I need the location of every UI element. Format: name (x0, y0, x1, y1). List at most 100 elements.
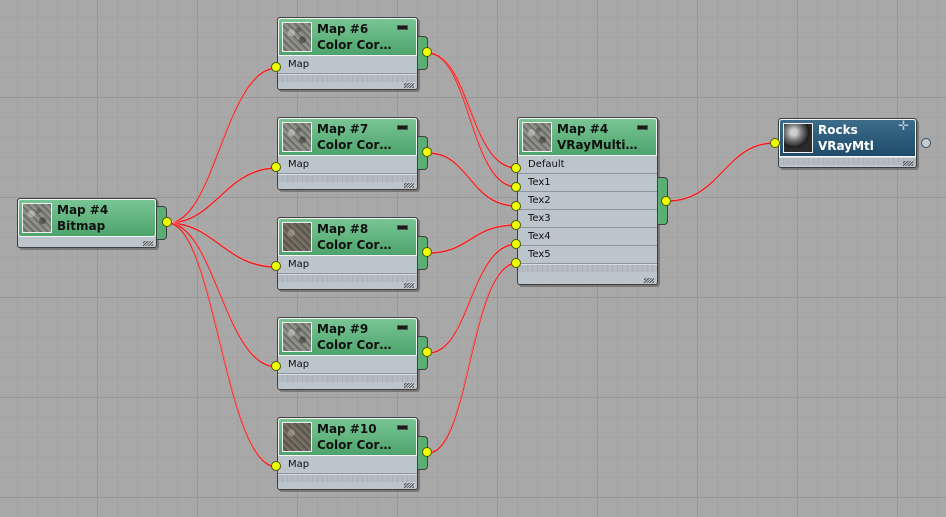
node-footer (518, 264, 657, 272)
wire-bitmap-to-map6 (167, 67, 278, 224)
resize-grip-icon[interactable] (644, 278, 654, 283)
wire-map9-to-tex4 (427, 243, 518, 354)
input-port-map[interactable] (271, 261, 281, 271)
node-bitmap[interactable]: Map #4 Bitmap (17, 198, 157, 248)
input-slot-tex3[interactable]: Tex3 (518, 210, 657, 228)
node-footer (779, 157, 916, 165)
wire-map6-to-default (427, 52, 518, 169)
output-port[interactable] (422, 47, 432, 57)
output-port[interactable] (422, 147, 432, 157)
node-footer (278, 74, 417, 82)
input-port-map[interactable] (271, 361, 281, 371)
slot-label: Map (288, 359, 310, 370)
input-slot-map[interactable]: Map (278, 156, 417, 174)
wire-map8-to-tex3 (427, 224, 518, 254)
output-port[interactable] (422, 447, 432, 457)
node-material-rocks[interactable]: Rocks VRayMtl ✛ (778, 118, 917, 168)
node-map-6[interactable]: Map #6 Color Cor… Map (277, 17, 418, 90)
input-port-default[interactable] (511, 163, 521, 173)
node-map-10[interactable]: Map #10 Color Cor… Map (277, 417, 418, 490)
wire-map7-to-tex2 (427, 152, 518, 207)
input-port-map[interactable] (271, 461, 281, 471)
input-slot-map[interactable]: Map (278, 256, 417, 274)
input-slot-tex4[interactable]: Tex4 (518, 228, 657, 246)
node-type: Bitmap (57, 219, 106, 233)
input-port-tex1[interactable] (511, 182, 521, 192)
input-slot-map[interactable]: Map (278, 356, 417, 374)
texture-thumbnail-icon (282, 422, 312, 452)
input-port-tex3[interactable] (511, 220, 521, 230)
wire-bitmap-to-map8 (167, 222, 278, 268)
input-port[interactable] (770, 138, 780, 148)
resize-grip-icon[interactable] (404, 283, 414, 288)
wire-layer (167, 51, 775, 468)
texture-thumbnail-icon (282, 22, 312, 52)
resize-grip-icon[interactable] (404, 183, 414, 188)
input-port-map[interactable] (271, 162, 281, 172)
node-name: Map #10 (317, 422, 377, 436)
output-port[interactable] (162, 217, 172, 227)
node-name: Rocks (818, 123, 858, 137)
slot-label: Tex4 (528, 231, 551, 242)
input-slot-tex1[interactable]: Tex1 (518, 174, 657, 192)
slot-label: Map (288, 159, 310, 170)
minimize-icon[interactable] (397, 25, 408, 30)
slot-label: Tex1 (528, 177, 551, 188)
resize-grip-icon[interactable] (143, 241, 153, 246)
input-port-map[interactable] (271, 62, 281, 72)
node-type: Color Cor… (317, 438, 392, 452)
input-port-tex4[interactable] (511, 239, 521, 249)
node-map-7[interactable]: Map #7 Color Cor… Map (277, 117, 418, 190)
input-port-tex5[interactable] (511, 258, 521, 268)
node-name: Map #6 (317, 22, 369, 36)
resize-grip-icon[interactable] (404, 383, 414, 388)
node-vraymulti[interactable]: Map #4 VRayMulti… Default Tex1 Tex2 Tex3… (517, 117, 658, 285)
material-sphere-icon (783, 123, 813, 153)
texture-thumbnail-icon (522, 122, 552, 152)
input-slot-tex2[interactable]: Tex2 (518, 192, 657, 210)
minimize-icon[interactable] (397, 125, 408, 130)
minimize-icon[interactable] (397, 225, 408, 230)
wire-map10-to-tex5 (427, 262, 518, 454)
input-slot-map[interactable]: Map (278, 456, 417, 474)
input-slot-default[interactable]: Default (518, 156, 657, 174)
node-name: Map #4 (557, 122, 609, 136)
minimize-icon[interactable] (397, 425, 408, 430)
node-type: Color Cor… (317, 138, 392, 152)
texture-thumbnail-icon (282, 122, 312, 152)
node-type: VRayMulti… (557, 138, 638, 152)
texture-thumbnail-icon (22, 203, 52, 233)
input-slot-map[interactable]: Map (278, 56, 417, 74)
node-name: Map #9 (317, 322, 369, 336)
node-name: Map #7 (317, 122, 369, 136)
texture-thumbnail-icon (282, 322, 312, 352)
wire-multi-to-rocks (666, 142, 775, 202)
slot-label: Map (288, 59, 310, 70)
resize-grip-icon[interactable] (903, 161, 913, 166)
input-slot-tex5[interactable]: Tex5 (518, 246, 657, 264)
node-footer (278, 274, 417, 282)
wire-bitmap-to-map10 (167, 222, 278, 468)
texture-thumbnail-icon (282, 222, 312, 252)
output-port[interactable] (422, 347, 432, 357)
node-name: Map #4 (57, 203, 109, 217)
output-port[interactable] (422, 247, 432, 257)
output-port[interactable] (661, 196, 671, 206)
resize-grip-icon[interactable] (404, 483, 414, 488)
node-map-9[interactable]: Map #9 Color Cor… Map (277, 317, 418, 390)
output-port[interactable] (921, 138, 931, 148)
node-type: Color Cor… (317, 338, 392, 352)
minimize-icon[interactable] (397, 325, 408, 330)
node-footer (278, 374, 417, 382)
node-type: Color Cor… (317, 238, 392, 252)
wire-bitmap-to-map9 (167, 222, 278, 368)
resize-grip-icon[interactable] (404, 83, 414, 88)
wire-bitmap-to-map7 (167, 167, 278, 224)
minimize-icon[interactable] (637, 125, 648, 130)
node-map-8[interactable]: Map #8 Color Cor… Map (277, 217, 418, 290)
slot-label: Map (288, 459, 310, 470)
plus-icon[interactable]: ✛ (898, 120, 909, 133)
input-port-tex2[interactable] (511, 201, 521, 211)
node-type: VRayMtl (818, 139, 874, 153)
slot-label: Tex3 (528, 213, 551, 224)
